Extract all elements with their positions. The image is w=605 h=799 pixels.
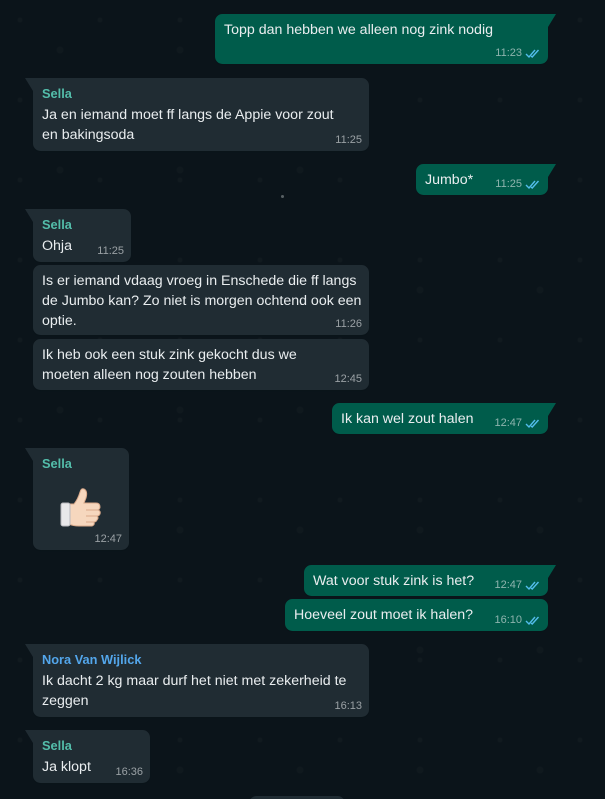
message-time: 16:36	[115, 766, 143, 778]
double-check-icon	[525, 180, 540, 189]
message-text: Topp dan hebben we alleen nog zink nodig	[224, 22, 493, 38]
message-time: 11:26	[335, 318, 362, 330]
message-text: Ja en iemand moet ff langs de Appie voor…	[42, 107, 334, 143]
double-check-icon	[525, 581, 540, 590]
message-bubble-incoming[interactable]: Is er iemand vdaag vroeg in Enschede die…	[33, 265, 369, 335]
double-check-icon	[525, 616, 540, 625]
message-meta: 11:25	[335, 133, 362, 147]
message-text: Ik heb ook een stuk zink gekocht dus we …	[42, 347, 297, 383]
message-meta: 11:26	[335, 317, 362, 331]
message-bubble-incoming[interactable]: Sella Ohja 11:25	[25, 209, 131, 262]
message-meta: 12:45	[334, 372, 362, 386]
message-text: Ik dacht 2 kg maar durf het niet met zek…	[42, 673, 347, 709]
message-bubble-incoming[interactable]: Nora Van Wijlick Ik dacht 2 kg maar durf…	[25, 644, 369, 717]
message-bubble-outgoing[interactable]: Ik kan wel zout halen 12:47	[332, 403, 556, 434]
thumbs-up-icon	[60, 488, 101, 527]
message-time: 12:45	[334, 373, 362, 385]
message-bubble-outgoing[interactable]: Hoeveel zout moet ik halen? 16:10	[285, 599, 548, 631]
message-sender[interactable]: Sella	[42, 737, 140, 755]
message-time: 12:47	[494, 579, 522, 591]
message-time: 11:25	[97, 245, 124, 257]
message-time: 16:13	[334, 700, 362, 712]
message-bubble-outgoing[interactable]: Wat voor stuk zink is het? 12:47	[304, 565, 556, 596]
message-sender[interactable]: Nora Van Wijlick	[42, 651, 359, 669]
message-meta: 12:47	[494, 578, 541, 592]
double-check-icon	[525, 49, 540, 58]
message-time: 11:25	[495, 178, 522, 190]
message-bubble-incoming[interactable]: Sella Ja en iemand moet ff langs de Appi…	[25, 78, 369, 151]
message-bubble-incoming[interactable]: Ik heb ook een stuk zink gekocht dus we …	[33, 339, 369, 390]
message-text: Is er iemand vdaag vroeg in Enschede die…	[42, 273, 362, 329]
message-sender[interactable]: Sella	[42, 85, 359, 103]
message-meta: 11:25	[495, 177, 541, 191]
message-meta: 12:47	[94, 532, 122, 546]
background-dot	[281, 195, 284, 198]
message-meta: 11:23	[495, 46, 541, 60]
message-time: 12:47	[494, 417, 522, 429]
message-time: 11:25	[335, 134, 362, 146]
message-meta: 11:25	[97, 244, 124, 258]
message-sender[interactable]: Sella	[42, 455, 119, 473]
message-time: 11:23	[495, 47, 522, 59]
message-bubble-outgoing[interactable]: Jumbo* 11:25	[416, 164, 556, 195]
message-meta: 16:36	[115, 765, 143, 779]
message-time: 12:47	[94, 533, 122, 545]
message-meta: 16:13	[334, 699, 362, 713]
message-sender[interactable]: Sella	[42, 216, 121, 234]
message-bubble-incoming[interactable]: Sella Ja klopt 16:36	[25, 730, 150, 783]
double-check-icon	[525, 419, 540, 428]
chat-message-pane[interactable]: Topp dan hebben we alleen nog zink nodig…	[0, 0, 605, 799]
message-bubble-incoming[interactable]: Sella 12:47	[25, 448, 129, 550]
message-bubble-outgoing[interactable]: Topp dan hebben we alleen nog zink nodig…	[215, 14, 556, 64]
message-meta: 16:10	[494, 613, 541, 627]
message-time: 16:10	[494, 614, 522, 626]
message-meta: 12:47	[494, 416, 541, 430]
